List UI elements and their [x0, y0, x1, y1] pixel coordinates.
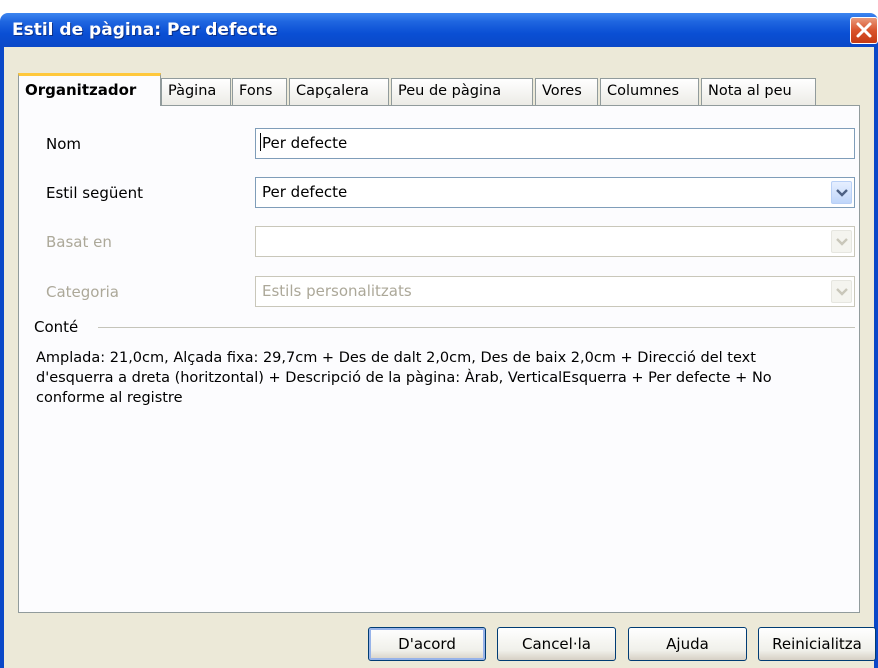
chevron-down-icon: [836, 238, 848, 246]
linked-with-label: Basat en: [46, 233, 112, 251]
tab-capcalera[interactable]: Capçalera: [289, 78, 389, 105]
linked-with-select: [255, 226, 855, 257]
name-input[interactable]: Per defecte: [255, 128, 855, 159]
window-title: Estil de pàgina: Per defecte: [12, 20, 278, 40]
name-value: Per defecte: [262, 134, 348, 152]
next-style-value: Per defecte: [262, 183, 348, 201]
close-button[interactable]: [850, 17, 878, 44]
tab-organitzador[interactable]: Organitzador: [18, 73, 161, 106]
category-select: Estils personalitzats: [255, 276, 855, 307]
tab-fons[interactable]: Fons: [232, 78, 287, 105]
tab-nota-al-peu[interactable]: Nota al peu: [701, 78, 816, 105]
next-style-dropdown-button[interactable]: [831, 181, 852, 204]
category-dropdown-button: [831, 280, 852, 303]
tab-pagina[interactable]: Pàgina: [161, 78, 231, 105]
text-caret: [260, 133, 261, 151]
contains-description: Amplada: 21,0cm, Alçada fixa: 29,7cm + D…: [36, 350, 772, 406]
next-style-label: Estil següent: [46, 184, 143, 202]
close-icon: [856, 22, 872, 38]
ok-button[interactable]: D'acord: [368, 627, 486, 661]
tab-peu-de-pagina[interactable]: Peu de pàgina: [391, 78, 533, 105]
contains-separator: [98, 327, 855, 328]
contains-heading: Conté: [34, 318, 79, 336]
tab-vores[interactable]: Vores: [535, 78, 598, 105]
window-frame-right: [874, 47, 878, 668]
category-value: Estils personalitzats: [262, 282, 412, 300]
chevron-down-icon: [836, 189, 848, 197]
chevron-down-icon: [836, 288, 848, 296]
category-label: Categoria: [46, 283, 120, 301]
reset-button[interactable]: Reinicialitza: [758, 627, 876, 661]
tab-columnes[interactable]: Columnes: [600, 78, 699, 105]
next-style-select[interactable]: Per defecte: [255, 177, 855, 208]
linked-with-dropdown-button: [831, 230, 852, 253]
help-button[interactable]: Ajuda: [628, 627, 747, 661]
name-label: Nom: [46, 135, 82, 153]
cancel-button[interactable]: Cancel·la: [497, 627, 616, 661]
